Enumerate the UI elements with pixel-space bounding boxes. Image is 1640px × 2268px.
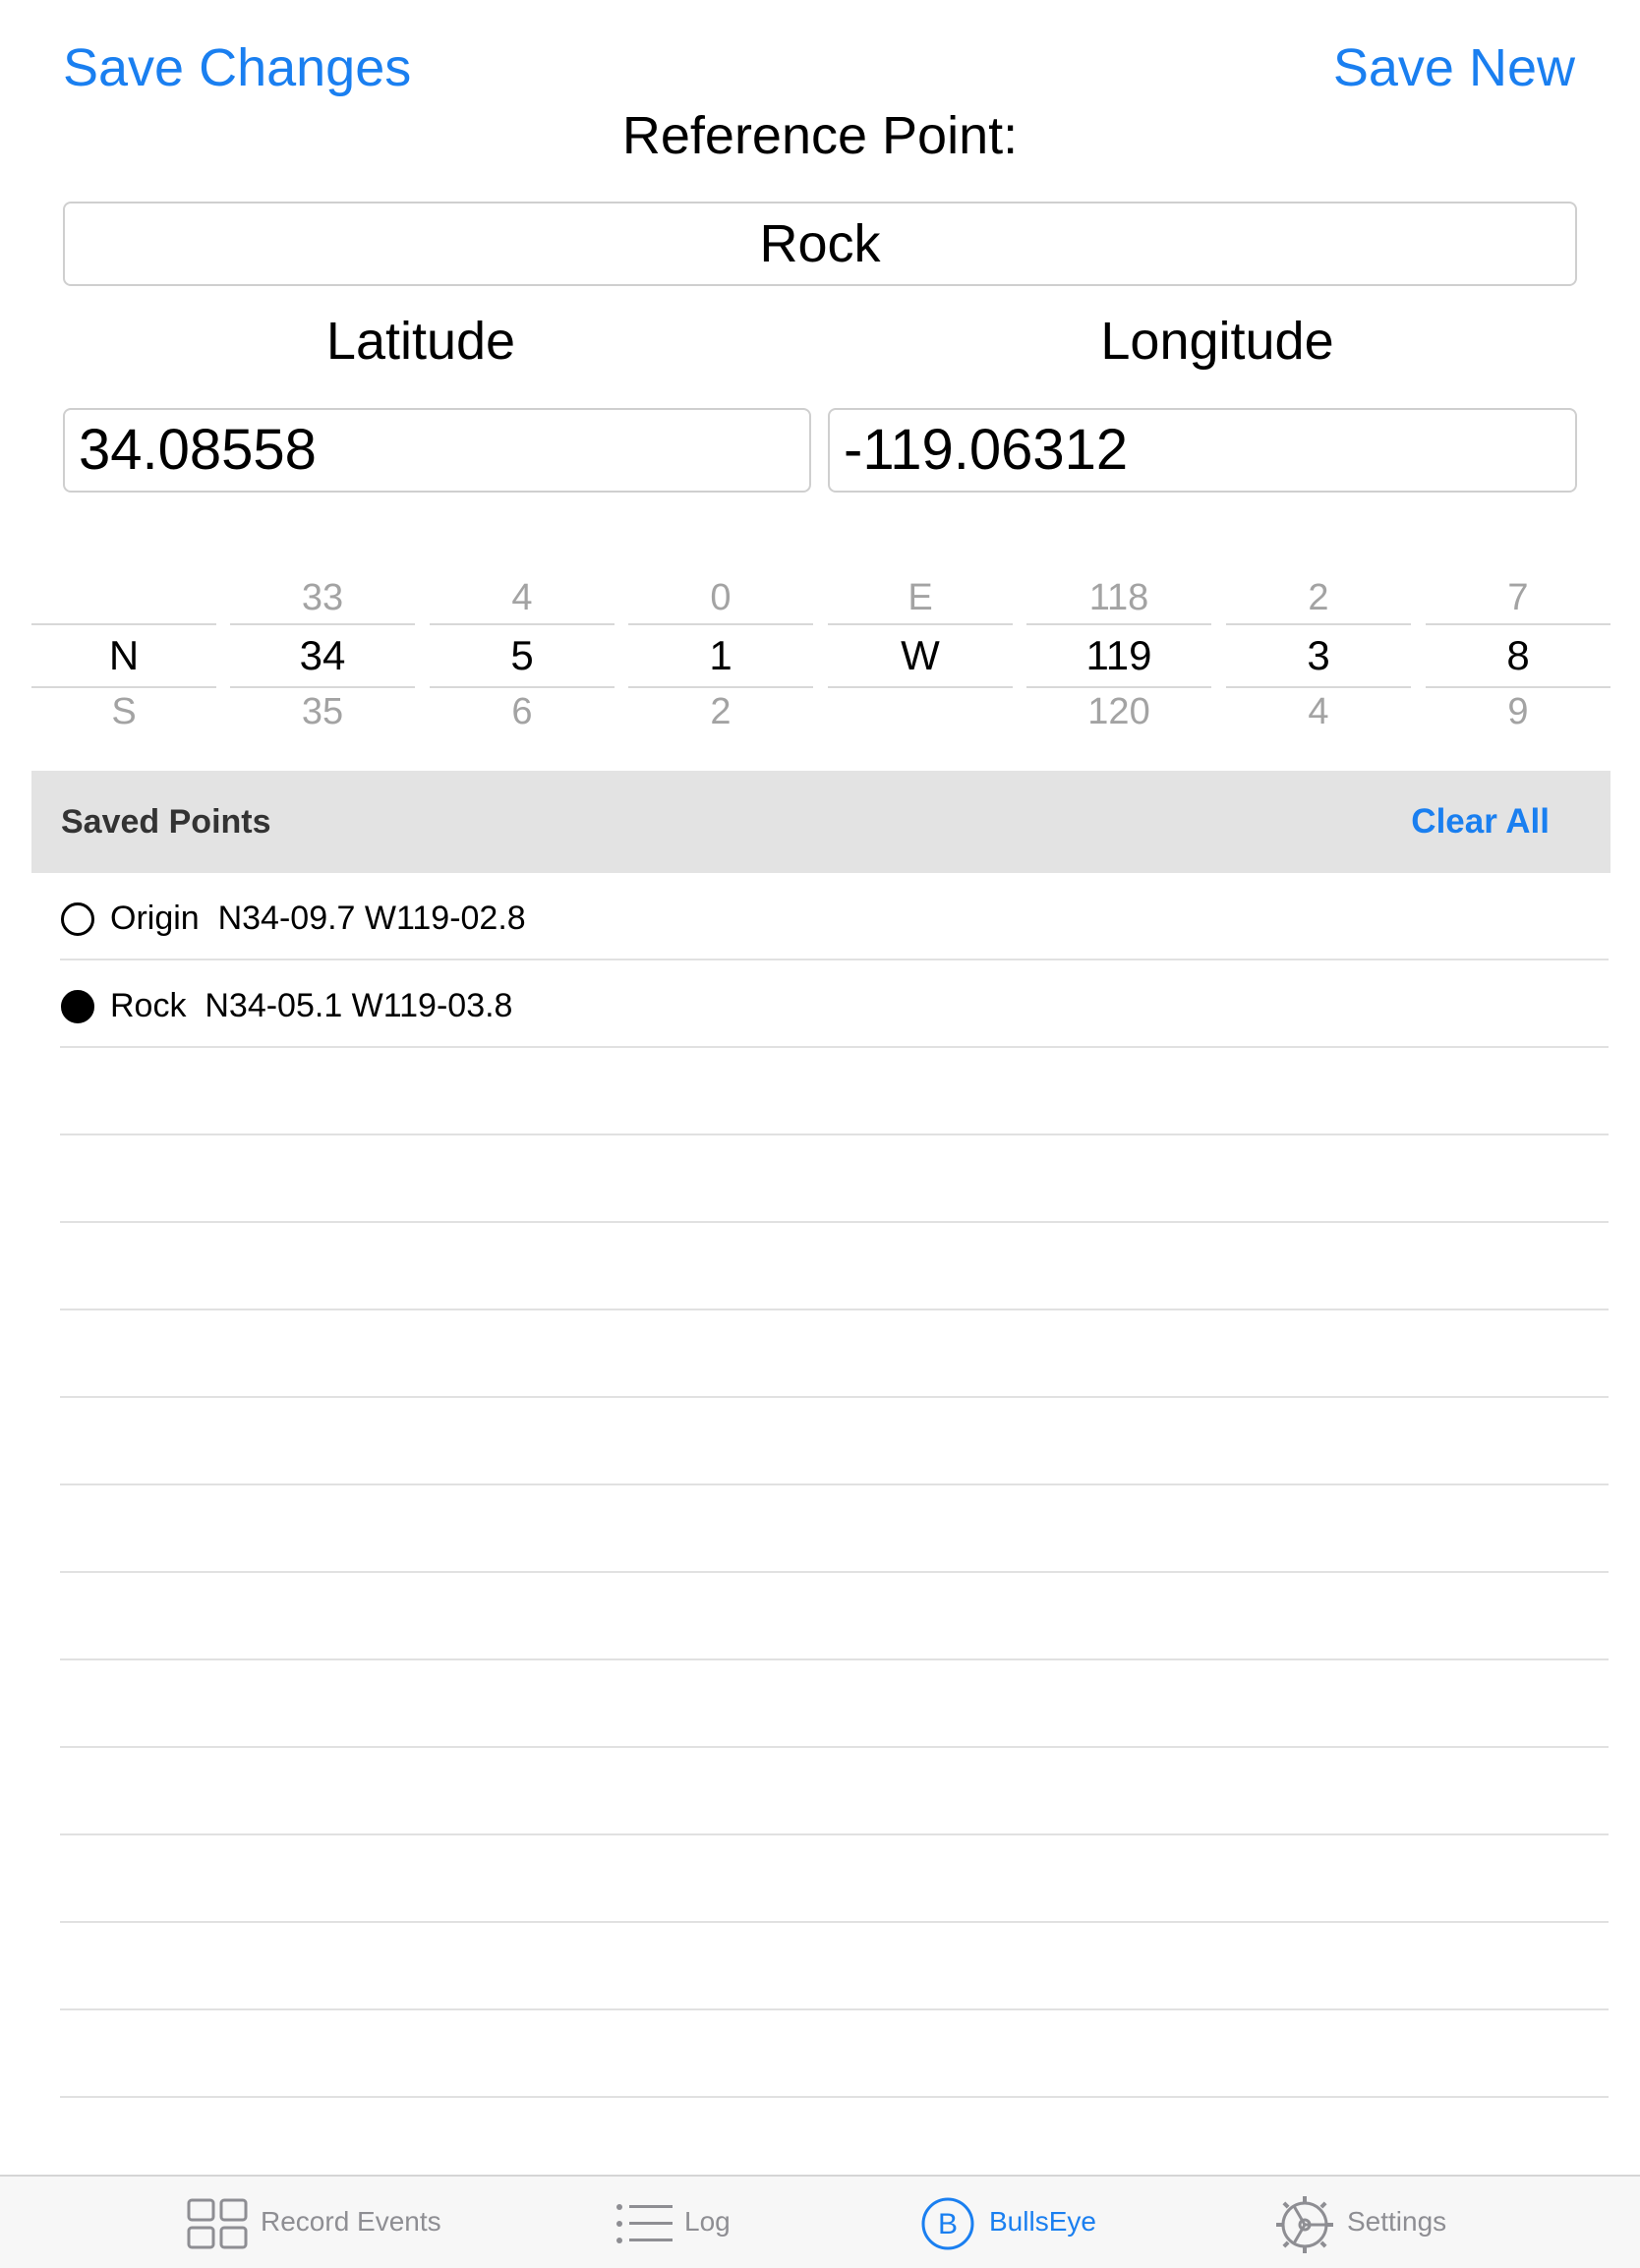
empty-row: [0, 1923, 1640, 2010]
picker-column-lat-minutes-tens[interactable]: 4 5 6: [430, 565, 615, 742]
saved-point-row[interactable]: Origin N34-09.7 W119-02.8: [0, 873, 1640, 960]
tab-settings[interactable]: Settings: [1274, 2177, 1461, 2268]
picker-option: 7: [1507, 577, 1529, 618]
save-changes-button[interactable]: Save Changes: [63, 35, 411, 100]
save-new-button[interactable]: Save New: [1333, 35, 1575, 100]
picker-selected-value: 119: [1085, 632, 1152, 678]
picker-option: 2: [1308, 577, 1329, 618]
empty-row: [0, 1748, 1640, 1835]
reference-name-field[interactable]: Rock: [63, 202, 1577, 286]
picker-option: 6: [511, 691, 533, 732]
saved-points-header: Saved Points Clear All: [31, 771, 1611, 873]
picker-selected-value: W: [901, 632, 940, 678]
picker-column-lat-minutes-ones[interactable]: 0 1 2: [628, 565, 813, 742]
reference-point-title: Reference Point:: [621, 106, 1019, 165]
longitude-label: Longitude: [1100, 312, 1334, 371]
empty-row: [0, 1573, 1640, 1660]
tab-bar: Record Events Log B BullsEye Settings: [0, 2175, 1640, 2268]
picker-option: 4: [511, 577, 533, 618]
picker-selected-value: N: [108, 632, 140, 678]
tab-record-events[interactable]: Record Events: [187, 2177, 442, 2268]
picker-column-lon-hemisphere[interactable]: E W: [828, 565, 1013, 742]
picker-selected-value: 5: [510, 632, 534, 678]
radio-unselected-icon: [61, 902, 94, 936]
svg-text:B: B: [938, 2208, 958, 2240]
saved-point-row[interactable]: Rock N34-05.1 W119-03.8: [0, 960, 1640, 1048]
empty-row: [0, 1398, 1640, 1485]
saved-points-list: Origin N34-09.7 W119-02.8 Rock N34-05.1 …: [0, 873, 1640, 2098]
picker-option: [828, 687, 1013, 742]
empty-row: [0, 1660, 1640, 1748]
picker-option: E: [908, 577, 933, 618]
picker-option: S: [111, 691, 137, 732]
picker-selected-value: 8: [1506, 632, 1530, 678]
tab-label: Log: [684, 2206, 731, 2237]
picker-option: 0: [710, 577, 732, 618]
picker-option: [31, 565, 216, 620]
list-icon: [615, 2202, 674, 2250]
coordinate-picker: N S 33 34 35 4 5 6 0 1 2 E W 118 119 120: [31, 565, 1611, 742]
picker-option: 4: [1308, 691, 1329, 732]
picker-column-lon-minutes-tens[interactable]: 2 3 4: [1226, 565, 1411, 742]
saved-point-label: Rock N34-05.1 W119-03.8: [110, 987, 513, 1024]
empty-row: [0, 2010, 1640, 2098]
radio-selected-icon: [61, 990, 94, 1023]
saved-points-title: Saved Points: [61, 803, 271, 841]
empty-row: [0, 1485, 1640, 1573]
picker-column-lon-degrees[interactable]: 118 119 120: [1026, 565, 1211, 742]
tab-log[interactable]: Log: [615, 2177, 753, 2268]
tab-label: BullsEye: [989, 2206, 1096, 2237]
tab-label: Record Events: [261, 2206, 441, 2237]
picker-selected-value: 3: [1307, 632, 1330, 678]
grid-icon: [187, 2198, 248, 2254]
clear-all-button[interactable]: Clear All: [1411, 771, 1550, 873]
empty-row: [0, 1135, 1640, 1223]
picker-option: 33: [301, 577, 344, 618]
empty-row: [0, 1835, 1640, 1923]
picker-column-lat-degrees[interactable]: 33 34 35: [230, 565, 415, 742]
picker-column-lon-minutes-ones[interactable]: 7 8 9: [1426, 565, 1611, 742]
latitude-field[interactable]: 34.08558: [63, 408, 811, 493]
empty-row: [0, 1223, 1640, 1310]
picker-option: 35: [301, 691, 344, 732]
empty-row: [0, 1048, 1640, 1135]
picker-column-lat-hemisphere[interactable]: N S: [31, 565, 216, 742]
tab-label: Settings: [1347, 2206, 1447, 2237]
picker-option: 118: [1088, 577, 1149, 618]
picker-option: 9: [1507, 691, 1529, 732]
gear-icon: [1274, 2194, 1335, 2260]
picker-selected-value: 1: [709, 632, 732, 678]
empty-row: [0, 1310, 1640, 1398]
longitude-field[interactable]: -119.06312: [828, 408, 1577, 493]
saved-point-label: Origin N34-09.7 W119-02.8: [110, 900, 526, 937]
picker-option: 2: [710, 691, 732, 732]
tab-bullseye[interactable]: B BullsEye: [920, 2177, 1097, 2268]
picker-option: 120: [1087, 691, 1150, 732]
picker-selected-value: 34: [299, 632, 346, 678]
bullseye-b-icon: B: [920, 2196, 975, 2256]
latitude-label: Latitude: [325, 312, 516, 371]
